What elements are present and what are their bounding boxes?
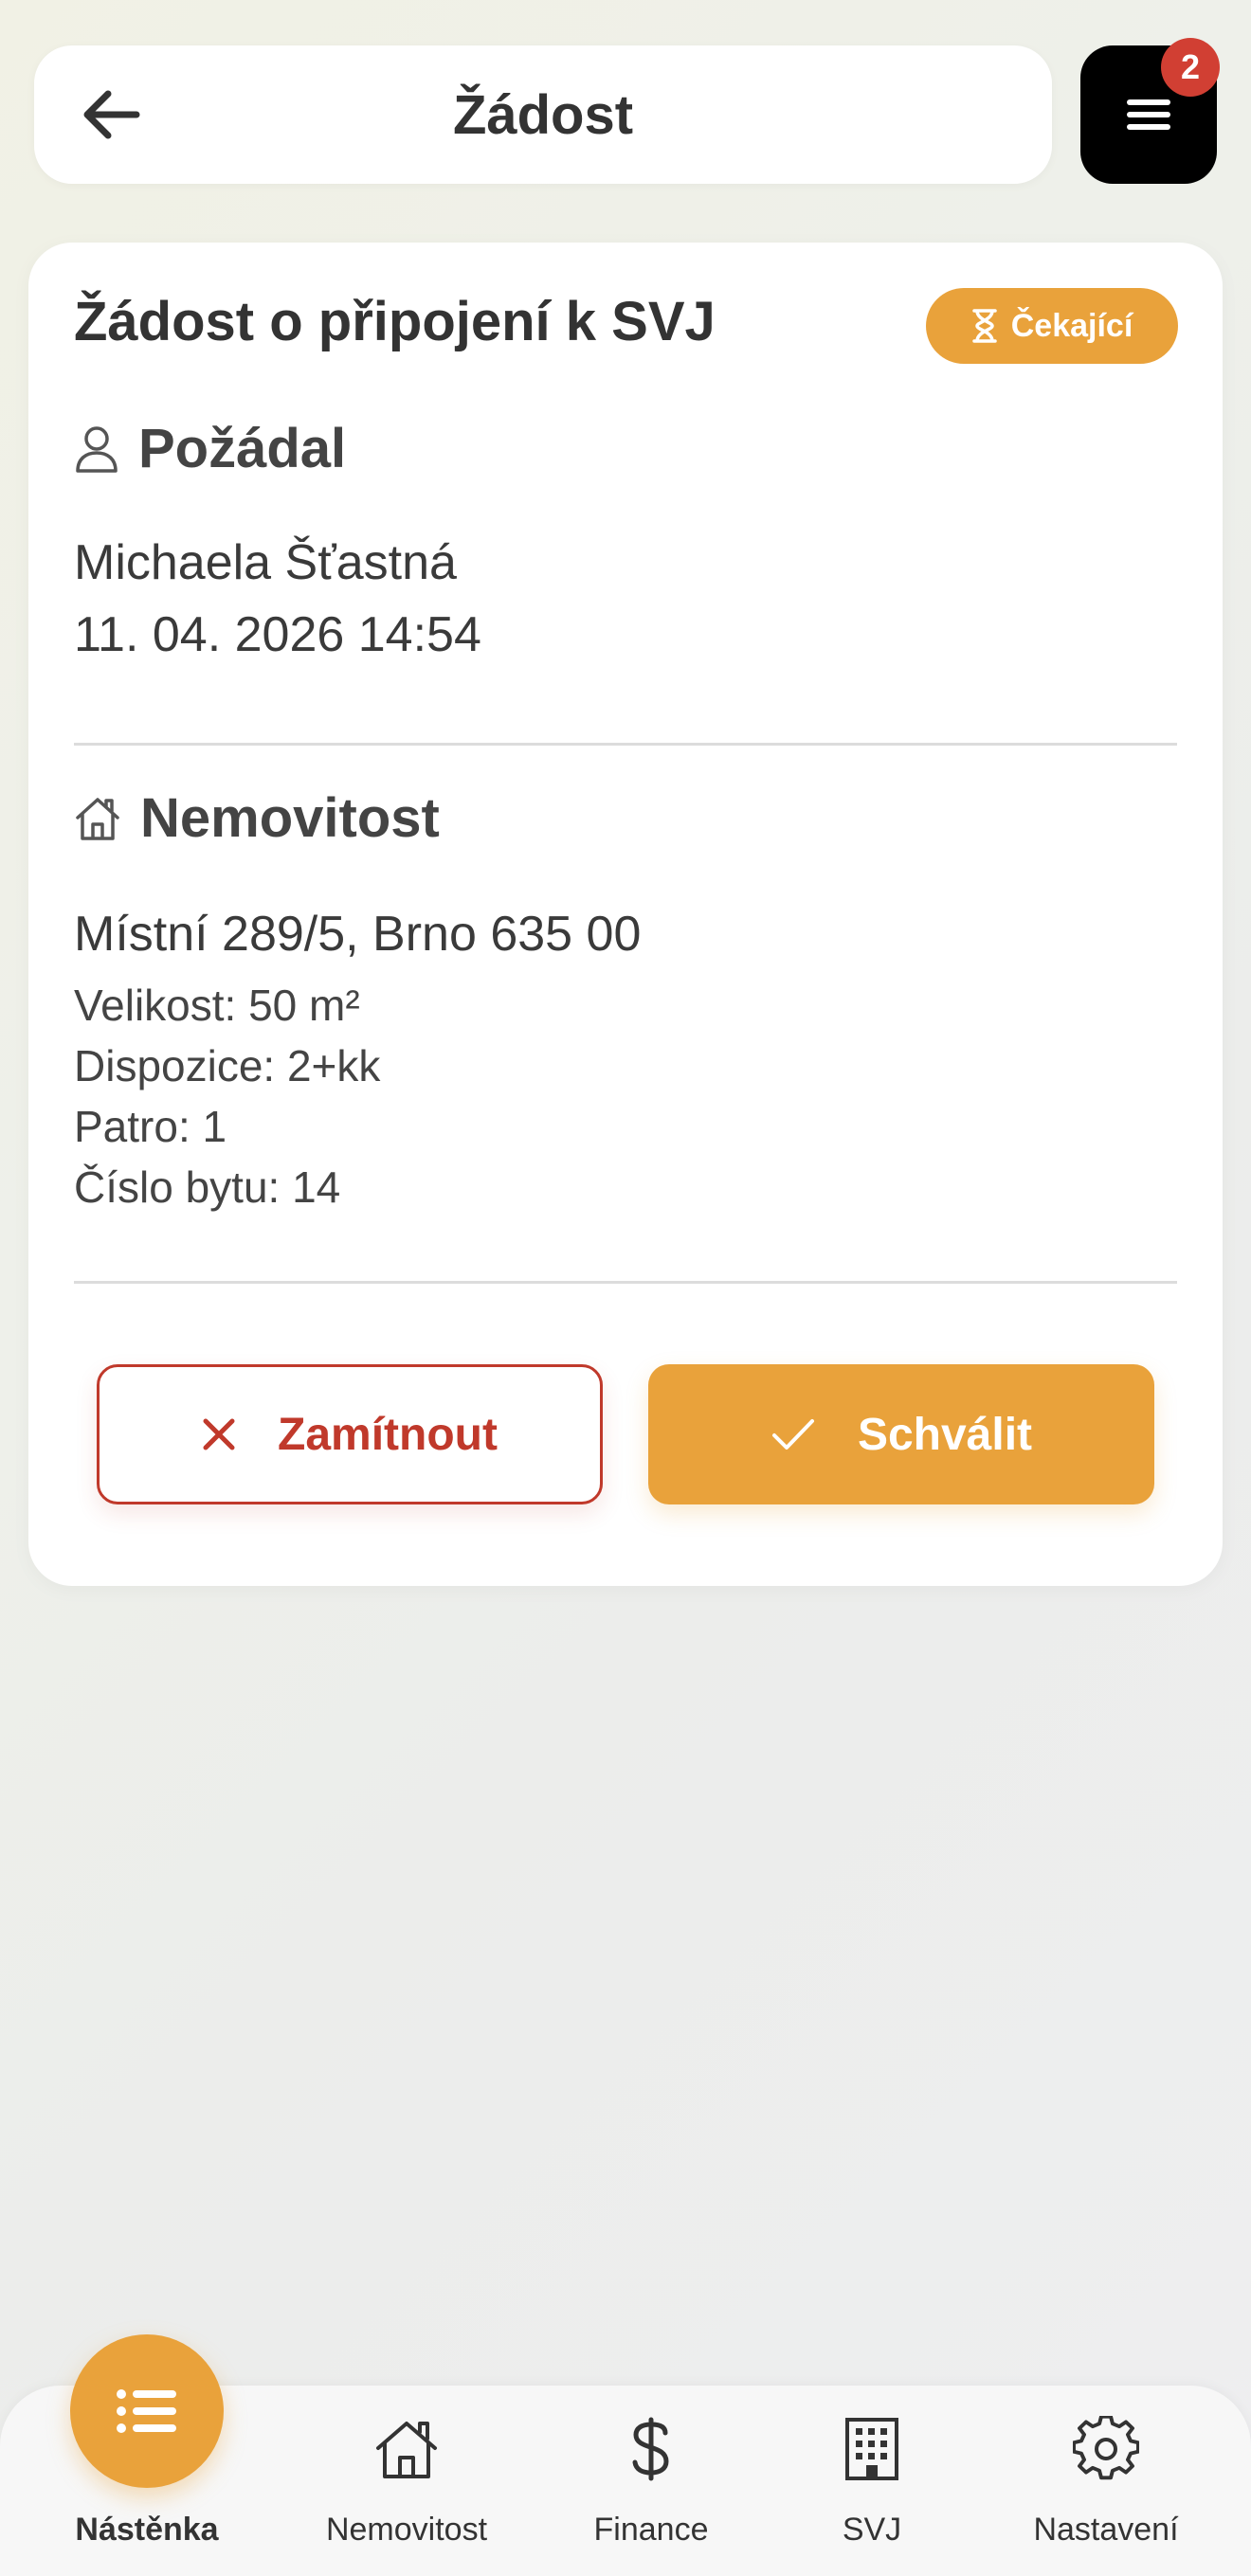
back-button[interactable] xyxy=(72,77,148,153)
nav-item-svj[interactable]: SVJ xyxy=(753,2406,990,2558)
approve-label: Schválit xyxy=(857,1409,1033,1460)
request-card: Žádost o připojení k SVJ Čekající Požáda… xyxy=(28,243,1223,1586)
requester-heading-label: Požádal xyxy=(138,418,347,479)
header-bar: Žádost xyxy=(34,45,1052,184)
property-heading: Nemovitost xyxy=(74,786,440,850)
reject-label: Zamítnout xyxy=(278,1409,498,1460)
hourglass-icon xyxy=(971,309,997,343)
gear-icon xyxy=(1073,2416,1139,2480)
status-badge: Čekající xyxy=(926,288,1178,364)
home-icon xyxy=(376,2422,437,2478)
property-floor: Patro: 1 xyxy=(74,1102,227,1151)
home-icon xyxy=(76,797,119,840)
property-heading-label: Nemovitost xyxy=(140,787,440,849)
divider xyxy=(74,743,1177,746)
reject-button[interactable]: Zamítnout xyxy=(97,1364,603,1504)
approve-button[interactable]: Schválit xyxy=(648,1364,1154,1504)
check-icon xyxy=(771,1419,814,1450)
requester-heading: Požádal xyxy=(74,417,346,480)
notification-badge: 2 xyxy=(1161,38,1220,97)
nav-item-property[interactable]: Nemovitost xyxy=(288,2406,525,2558)
nav-label-property: Nemovitost xyxy=(325,2512,488,2548)
building-icon xyxy=(845,2418,898,2480)
property-layout: Dispozice: 2+kk xyxy=(74,1041,381,1090)
hamburger-icon xyxy=(1127,99,1170,130)
divider xyxy=(74,1281,1177,1284)
request-title: Žádost o připojení k SVJ xyxy=(74,291,716,352)
nav-item-settings[interactable]: Nastavení xyxy=(988,2406,1224,2558)
page-title: Žádost xyxy=(452,83,634,146)
request-datetime: 11. 04. 2026 14:54 xyxy=(74,607,481,662)
status-label: Čekající xyxy=(1010,307,1133,344)
nav-label-dashboard: Nástěnka xyxy=(75,2512,219,2548)
nav-label-finance: Finance xyxy=(593,2512,709,2548)
nav-item-finance[interactable]: Finance xyxy=(533,2406,770,2558)
close-icon xyxy=(203,1418,235,1450)
property-unit-number: Číslo bytu: 14 xyxy=(74,1162,341,1212)
nav-label-settings: Nastavení xyxy=(1033,2512,1179,2548)
property-address: Místní 289/5, Brno 635 00 xyxy=(74,907,642,962)
dollar-icon xyxy=(632,2417,669,2481)
arrow-left-icon xyxy=(83,90,140,139)
user-icon xyxy=(76,425,118,473)
property-size: Velikost: 50 m² xyxy=(74,981,360,1030)
nav-label-svj: SVJ xyxy=(842,2512,902,2548)
requester-name: Michaela Šťastná xyxy=(74,535,457,590)
nav-item-dashboard[interactable]: Nástěnka xyxy=(28,2406,265,2558)
